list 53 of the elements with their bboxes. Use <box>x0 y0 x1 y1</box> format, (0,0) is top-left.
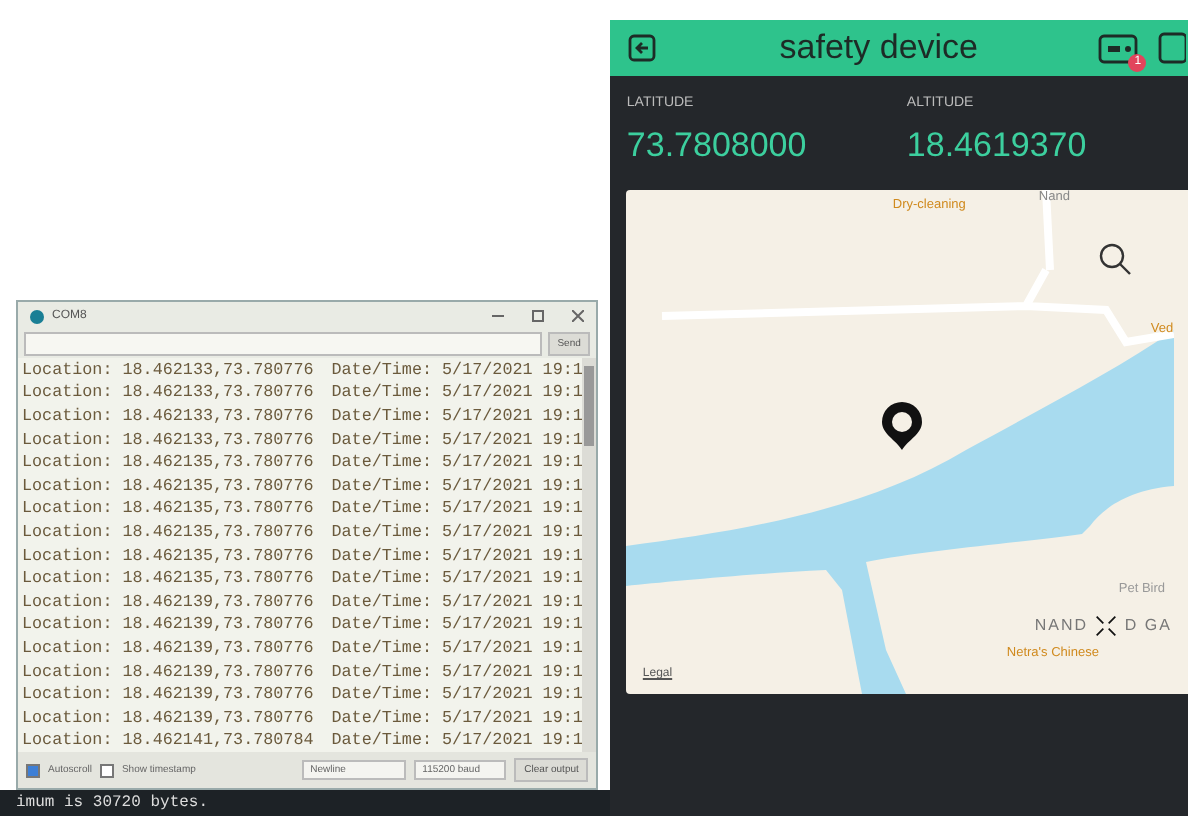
location-text: Location: 18.462135,73.780776 <box>22 452 314 473</box>
location-text: Location: 18.462135,73.780776 <box>22 498 314 519</box>
datetime-text: Date/Time: 5/17/2021 19:1 <box>331 452 583 473</box>
field-value: 18.4619370 <box>906 126 1089 166</box>
datetime-text: Date/Time: 5/17/2021 19:1 <box>331 661 583 682</box>
map-label: NAND <box>1034 616 1089 634</box>
location-text: Location: 18.462135,73.780776 <box>22 545 314 566</box>
datetime-text: Date/Time: 5/17/2021 19:1 <box>331 359 583 380</box>
location-text: Location: 18.462133,73.780776 <box>22 405 314 426</box>
location-text: Location: 18.462135,73.780776 <box>22 475 314 496</box>
scrollbar[interactable] <box>582 358 597 753</box>
timestamp-checkbox[interactable] <box>99 763 114 778</box>
location-text: Location: 18.462139,73.780776 <box>22 637 314 658</box>
input-field[interactable] <box>24 332 542 356</box>
location-text: Location: 18.462139,73.780776 <box>22 707 314 728</box>
map-label: D GA <box>1124 616 1172 634</box>
datetime-text: Date/Time: 5/17/2021 19:1 <box>331 568 583 589</box>
location-text: Location: 18.462135,73.780776 <box>22 521 314 542</box>
map-pin-icon[interactable] <box>880 400 925 452</box>
location-text: Location: 18.462139,73.780776 <box>22 661 314 682</box>
datetime-text: Date/Time: 5/17/2021 19:1 <box>331 521 583 542</box>
location-text: Location: 18.462139,73.780776 <box>22 614 314 635</box>
location-text: Location: 18.462135,73.780776 <box>22 568 314 589</box>
maximize-icon[interactable] <box>532 310 545 322</box>
location-text: Location: 18.462139,73.780776 <box>22 591 314 612</box>
location-text: Location: 18.462139,73.780776 <box>22 684 314 705</box>
datetime-text: Date/Time: 5/17/2021 19:1 <box>331 382 583 403</box>
minimize-icon[interactable] <box>492 310 505 322</box>
location-text: Location: 18.462133,73.780776 <box>22 382 314 403</box>
field-value: 73.7808000 <box>626 126 809 166</box>
datetime-text: Date/Time: 5/17/2021 19:1 <box>331 637 583 658</box>
datetime-text: Date/Time: 5/17/2021 19:1 <box>331 405 583 426</box>
datetime-text: Date/Time: 5/17/2021 19:1 <box>331 475 583 496</box>
app-icon <box>30 309 44 323</box>
search-icon[interactable] <box>1098 242 1135 278</box>
datetime-text: Date/Time: 5/17/2021 19:1 <box>331 591 583 612</box>
exit-icon[interactable] <box>626 32 659 64</box>
datetime-text: Date/Time: 5/17/2021 19:1 <box>331 707 583 728</box>
datetime-text: Date/Time: 5/17/2021 19:1 <box>331 429 583 450</box>
collapse-icon[interactable] <box>1094 614 1119 638</box>
console-text: imum is 30720 bytes. <box>0 790 611 816</box>
location-text: Location: 18.462141,73.780784 <box>22 730 314 751</box>
autoscroll-checkbox[interactable] <box>26 763 40 778</box>
location-text: Location: 18.462133,73.780776 <box>22 429 314 450</box>
device-icon[interactable] <box>1098 33 1139 63</box>
datetime-text: Date/Time: 5/17/2021 19:1 <box>331 730 583 751</box>
datetime-text: Date/Time: 5/17/2021 19:1 <box>331 684 583 705</box>
datetime-text: Date/Time: 5/17/2021 19:1 <box>331 545 583 566</box>
location-text: Location: 18.462133,73.780776 <box>22 359 314 380</box>
datetime-text: Date/Time: 5/17/2021 19:1 <box>331 614 583 635</box>
datetime-text: Date/Time: 5/17/2021 19:1 <box>331 498 583 519</box>
app-title: safety device <box>777 28 981 68</box>
close-icon[interactable] <box>572 310 585 322</box>
